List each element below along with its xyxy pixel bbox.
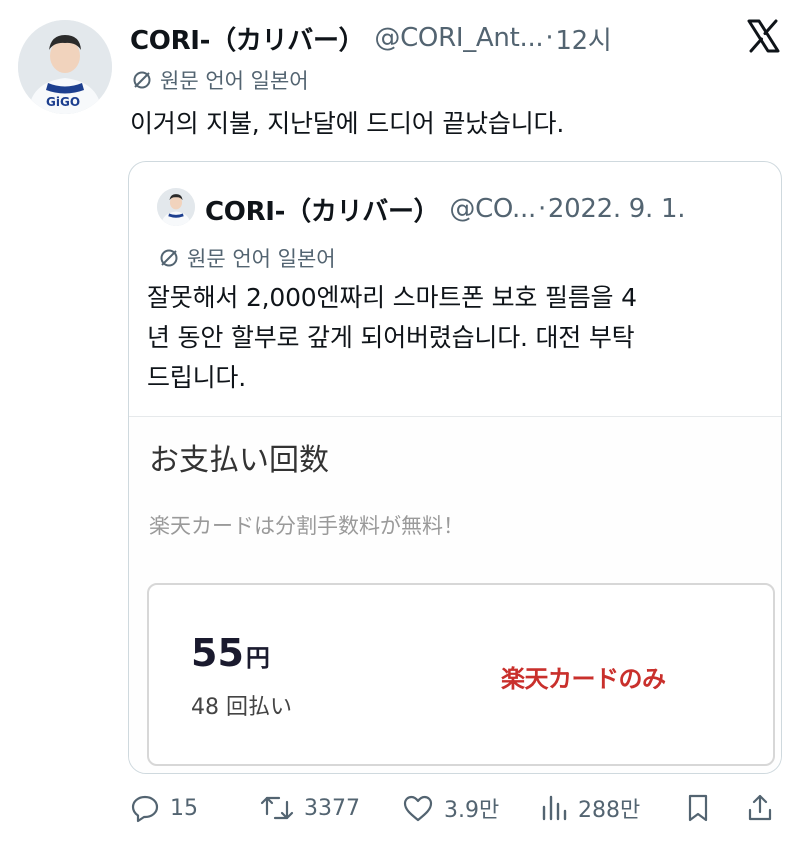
quoted-tweet-text: 잘못해서 2,000엔짜리 스마트폰 보호 필름을 4 년 동안 할부로 갚게 … xyxy=(147,278,767,398)
rakuten-only-badge: 楽天カードのみ xyxy=(501,665,666,693)
heart-icon xyxy=(403,795,433,822)
tweet-time[interactable]: 12시 xyxy=(555,20,611,57)
installment-count: 48 回払い xyxy=(191,695,292,720)
x-logo-icon[interactable] xyxy=(745,18,781,54)
quoted-text-line: 년 동안 할부로 갚게 되어버렸습니다. 대전 부탁 xyxy=(147,323,635,352)
payment-count-title: お支払い回数 xyxy=(149,443,329,478)
translation-label: 원문 언어 일본어 xyxy=(160,69,309,93)
translation-label: 원문 언어 일본어 xyxy=(187,247,336,271)
reply-button[interactable]: 15 xyxy=(130,786,198,830)
quoted-author-display-name[interactable]: CORI-（カリバー） xyxy=(205,191,440,228)
translate-icon xyxy=(160,249,178,267)
quoted-text-line: 잘못해서 2,000엔짜리 스마트폰 보호 필름을 4 xyxy=(147,283,637,312)
author-display-name[interactable]: CORI-（カリバー） xyxy=(130,20,365,57)
view-count: 288만 xyxy=(578,798,641,823)
analytics-icon xyxy=(542,795,567,821)
quoted-tweet-card[interactable]: CORI-（カリバー） @CO... · 2022. 9. 1. 원문 언어 일… xyxy=(128,161,782,774)
bookmark-icon xyxy=(688,794,708,822)
separator-dot: · xyxy=(537,194,546,224)
share-icon xyxy=(748,794,772,821)
author-handle[interactable]: @CORI_Ant... xyxy=(374,23,543,53)
quoted-tweet-date[interactable]: 2022. 9. 1. xyxy=(548,194,686,224)
quoted-media-image[interactable]: お支払い回数 楽天カードは分割手数料が無料！ 55 円 48 回払い 楽天カード… xyxy=(129,416,781,773)
tweet-header: CORI-（カリバー） @CORI_Ant... · 12시 xyxy=(130,18,612,58)
retweet-count: 3377 xyxy=(304,795,360,821)
author-avatar[interactable]: GiGO xyxy=(18,20,112,114)
share-button[interactable] xyxy=(746,786,784,830)
tweet-text: 이거의 지불, 지난달에 드디어 끝났습니다. xyxy=(130,109,565,138)
price-value: 55 xyxy=(191,631,244,675)
retweet-button[interactable]: 3377 xyxy=(260,786,360,830)
price-unit: 円 xyxy=(245,644,270,672)
payment-note: 楽天カードは分割手数料が無料！ xyxy=(149,514,464,538)
translate-icon xyxy=(133,71,151,89)
views-button[interactable]: 288만 xyxy=(540,786,640,830)
payment-option-box: 55 円 48 回払い 楽天カードのみ xyxy=(147,583,775,766)
like-count: 3.9만 xyxy=(444,798,500,823)
quoted-translation-info[interactable]: 원문 언어 일본어 xyxy=(159,242,336,274)
avatar-photo xyxy=(157,188,195,226)
retweet-icon xyxy=(260,796,294,820)
quoted-tweet-header: CORI-（カリバー） @CO... · 2022. 9. 1. xyxy=(205,190,685,228)
separator-dot: · xyxy=(545,23,554,53)
payment-price: 55 円 xyxy=(191,631,270,675)
quoted-author-avatar[interactable] xyxy=(157,188,195,226)
quoted-author-handle[interactable]: @CO... xyxy=(449,194,536,224)
reply-count: 15 xyxy=(170,795,198,821)
avatar-photo: GiGO xyxy=(18,20,112,114)
quoted-text-line: 드립니다. xyxy=(147,363,246,392)
tweet-action-bar: 15 3377 3.9만 288만 xyxy=(130,786,780,830)
svg-text:GiGO: GiGO xyxy=(46,95,80,109)
translation-info[interactable]: 원문 언어 일본어 xyxy=(132,64,309,96)
bookmark-button[interactable] xyxy=(685,786,721,830)
reply-icon xyxy=(131,795,159,823)
like-button[interactable]: 3.9만 xyxy=(402,786,499,830)
